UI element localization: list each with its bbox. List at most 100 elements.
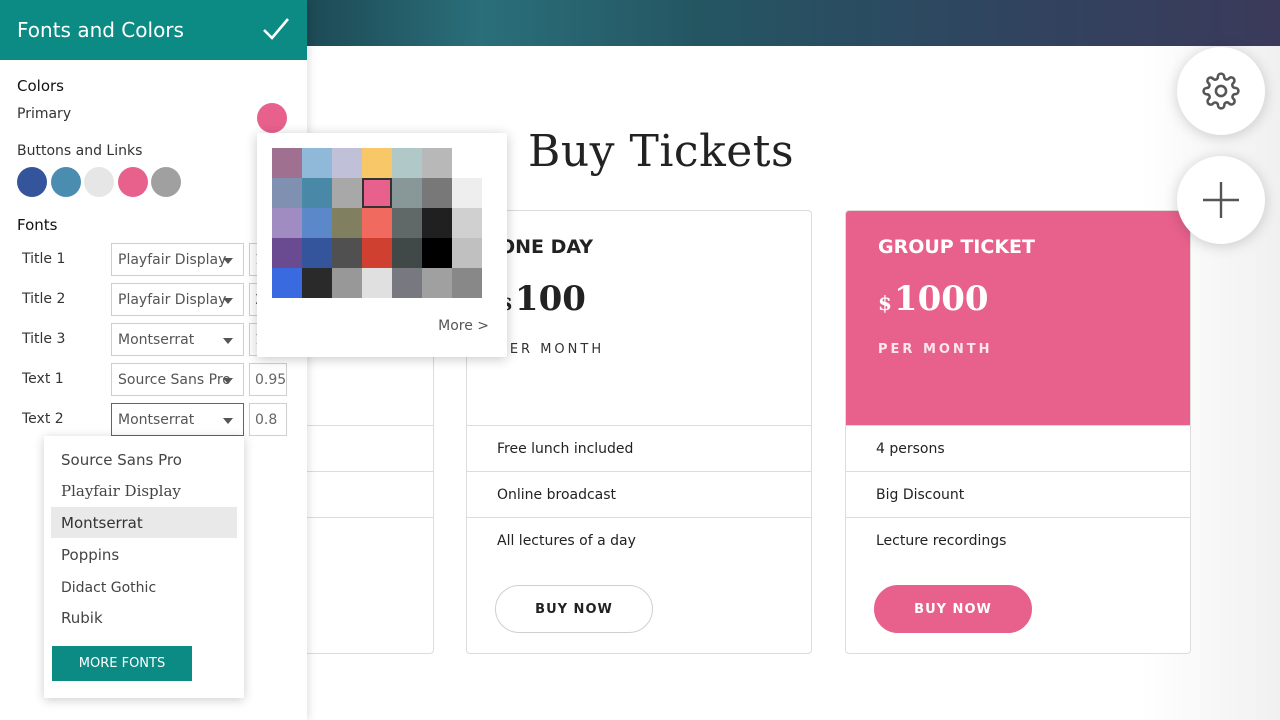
color-cell[interactable] [302,148,332,178]
color-cell[interactable] [302,238,332,268]
price-value: 100 [514,279,586,319]
card-footer: BUY NOW [467,563,811,653]
more-colors-link[interactable]: More > [438,318,489,334]
font-dropdown-list: Source Sans Pro Playfair Display Montser… [44,436,244,698]
chevron-down-icon [223,338,233,344]
font-option[interactable]: Playfair Display [51,475,237,506]
buttons-links-label: Buttons and Links [17,143,143,159]
buy-now-button[interactable]: BUY NOW [495,585,653,633]
color-cell[interactable] [452,148,482,178]
color-cell[interactable] [422,208,452,238]
feature-row: Free lunch included [467,425,811,471]
hero-banner-strip [307,0,1280,46]
font-size-input[interactable]: 0.8 [249,403,287,436]
color-cell[interactable] [362,208,392,238]
color-cell[interactable] [332,208,362,238]
chevron-down-icon [223,298,233,304]
card-price: $100 [499,279,586,319]
font-select-value: Montserrat [118,331,195,348]
button-color-swatch[interactable] [84,167,114,197]
pricing-card-group: GROUP TICKET $1000 PER MONTH 4 persons B… [845,210,1191,654]
font-select-title-2[interactable]: Playfair Display [111,283,244,316]
font-option-selected[interactable]: Montserrat [51,507,237,538]
card-header: ONE DAY $100 PER MONTH [467,211,811,425]
font-row-label: Text 2 [22,411,64,427]
buy-now-button[interactable]: BUY NOW [874,585,1032,633]
settings-button[interactable] [1177,47,1265,135]
card-price: $1000 [878,279,989,319]
font-select-value: Playfair Display [118,251,227,268]
primary-color-swatch[interactable] [257,103,287,133]
color-cell[interactable] [392,148,422,178]
font-select-title-3[interactable]: Montserrat [111,323,244,356]
color-cell[interactable] [392,238,422,268]
font-row-label: Title 3 [22,331,66,347]
font-row-label: Title 2 [22,291,66,307]
card-period: PER MONTH [499,342,605,357]
button-color-swatch[interactable] [151,167,181,197]
chevron-down-icon [223,258,233,264]
color-cell[interactable] [392,178,422,208]
color-cell[interactable] [452,178,482,208]
font-row-label: Text 1 [22,371,64,387]
font-select-value: Montserrat [118,411,195,428]
color-cell[interactable] [362,238,392,268]
color-cell[interactable] [332,178,362,208]
color-cell[interactable] [422,178,452,208]
feature-row: Big Discount [846,471,1190,517]
color-cell[interactable] [302,268,332,298]
color-cell[interactable] [362,178,392,208]
color-cell[interactable] [392,268,422,298]
color-cell[interactable] [422,268,452,298]
color-cell[interactable] [392,208,422,238]
font-select-title-1[interactable]: Playfair Display [111,243,244,276]
color-cell[interactable] [332,148,362,178]
color-cell[interactable] [332,238,362,268]
feature-row: Lecture recordings [846,517,1190,563]
color-cell[interactable] [422,148,452,178]
more-fonts-button[interactable]: MORE FONTS [52,646,192,681]
card-title: ONE DAY [499,236,594,258]
colors-heading: Colors [17,77,64,95]
panel-title: Fonts and Colors [17,18,184,42]
font-select-value: Playfair Display [118,291,227,308]
font-row-label: Title 1 [22,251,66,267]
card-period: PER MONTH [878,342,993,357]
color-cell[interactable] [272,268,302,298]
color-cell[interactable] [452,208,482,238]
button-color-swatch[interactable] [51,167,81,197]
color-cell[interactable] [302,208,332,238]
font-option[interactable]: Source Sans Pro [51,444,237,475]
button-color-swatch[interactable] [17,167,47,197]
color-picker-popover: More > [257,133,507,357]
color-cell[interactable] [272,178,302,208]
color-cell[interactable] [272,148,302,178]
font-select-text-2[interactable]: Montserrat [111,403,244,436]
color-cell[interactable] [452,238,482,268]
panel-header: Fonts and Colors [0,0,307,60]
primary-color-label: Primary [17,106,72,122]
check-icon[interactable] [262,16,290,42]
color-cell[interactable] [302,178,332,208]
color-cell[interactable] [422,238,452,268]
color-cell[interactable] [272,238,302,268]
font-select-value: Source Sans Pro [118,371,231,388]
button-color-swatch[interactable] [118,167,148,197]
color-cell[interactable] [332,268,362,298]
font-option[interactable]: Poppins [51,539,237,570]
font-option[interactable]: Rubik [51,602,237,633]
color-cell[interactable] [362,148,392,178]
feature-row: Online broadcast [467,471,811,517]
font-size-input[interactable]: 0.95 [249,363,287,396]
color-cell[interactable] [452,268,482,298]
add-section-button[interactable] [1177,156,1265,244]
color-cell[interactable] [272,208,302,238]
chevron-down-icon [223,378,233,384]
color-cell[interactable] [362,268,392,298]
feature-row: 4 persons [846,425,1190,471]
fonts-heading: Fonts [17,216,58,234]
font-select-text-1[interactable]: Source Sans Pro [111,363,244,396]
card-title: GROUP TICKET [878,236,1035,258]
font-option[interactable]: Didact Gothic [51,572,237,603]
pricing-card-one-day: ONE DAY $100 PER MONTH Free lunch includ… [466,210,812,654]
